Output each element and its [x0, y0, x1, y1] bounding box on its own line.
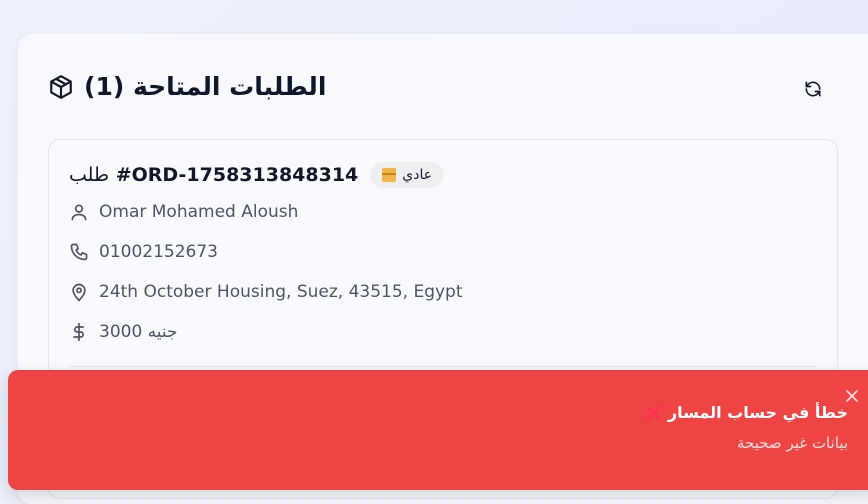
- user-icon: [71, 204, 87, 221]
- map-pin-icon: [72, 283, 86, 302]
- phone-icon: [70, 243, 88, 261]
- amount-row: 3000 جنيه: [69, 322, 178, 342]
- phone-number: 01002152673: [99, 242, 218, 262]
- panel-header: الطلبات المتاحة (1): [48, 72, 326, 101]
- phone-row: 01002152673: [69, 242, 218, 262]
- package-icon: [48, 74, 74, 100]
- priority-badge: عادي: [370, 162, 445, 188]
- error-toast: خطأ في حساب المسار بيانات غير صحيحة: [8, 370, 868, 490]
- refresh-button[interactable]: [798, 74, 828, 104]
- order-header: طلب #ORD-1758313848314 عادي: [69, 162, 445, 188]
- error-x-icon: [646, 405, 660, 420]
- refresh-icon: [805, 81, 821, 97]
- order-title: طلب #ORD-1758313848314: [69, 164, 358, 186]
- order-amount: 3000 جنيه: [99, 322, 178, 342]
- priority-label: عادي: [402, 167, 433, 183]
- address-row: 24th October Housing, Suez, 43515, Egypt: [69, 282, 463, 302]
- customer-row: Omar Mohamed Aloush: [69, 202, 298, 222]
- order-title-label: طلب: [69, 164, 110, 186]
- address: 24th October Housing, Suez, 43515, Egypt: [99, 282, 463, 302]
- toast-title-row: خطأ في حساب المسار: [644, 403, 848, 422]
- divider: [69, 366, 817, 367]
- package-emoji-icon: [382, 168, 397, 182]
- dollar-icon: [73, 322, 84, 342]
- order-id: #ORD-1758313848314: [115, 164, 359, 186]
- page-title: الطلبات المتاحة (1): [84, 72, 327, 101]
- customer-name: Omar Mohamed Aloush: [99, 202, 299, 222]
- toast-title: خطأ في حساب المسار: [667, 403, 848, 422]
- toast-message: بيانات غير صحيحة: [737, 434, 848, 452]
